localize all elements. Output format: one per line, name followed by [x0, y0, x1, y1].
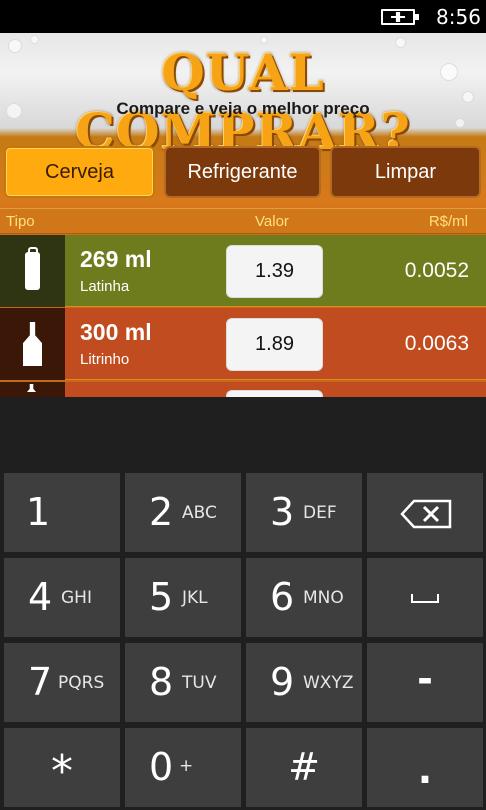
cerveja-button[interactable]: Cerveja	[4, 146, 155, 198]
row-size: 269 ml	[80, 246, 152, 272]
key-0[interactable]: 0 +	[125, 728, 241, 807]
bottle-icon	[23, 322, 42, 366]
numeric-keyboard: 1 2 ABC 3 DEF 4 GHI 5 JKL 6 MNO 7 PQRS 8…	[0, 397, 486, 810]
price-input[interactable]	[226, 390, 323, 397]
key-letters: GHI	[61, 588, 92, 608]
backspace-key[interactable]	[367, 473, 483, 552]
key-letters: JKL	[182, 588, 208, 608]
column-header: Tipo Valor R$/ml	[0, 208, 486, 234]
key-digit: 9	[270, 660, 295, 704]
bottle-icon	[27, 384, 36, 392]
key-2[interactable]: 2 ABC	[125, 473, 241, 552]
key-digit: 8	[149, 660, 174, 704]
key-letters: WXYZ	[303, 673, 354, 693]
key-letters: +	[179, 756, 194, 776]
row-name: Latinha	[80, 278, 130, 295]
key-digit: 2	[149, 490, 174, 534]
key-1[interactable]: 1	[4, 473, 120, 552]
row-icon-cell	[0, 382, 65, 397]
space-key[interactable]	[367, 558, 483, 637]
table-row	[0, 382, 486, 397]
table-row: 300 ml Litrinho 1.89 0.0063	[0, 308, 486, 380]
backspace-icon	[400, 499, 452, 529]
space-icon	[411, 594, 439, 603]
key-7[interactable]: 7 PQRS	[4, 643, 120, 722]
app-content: QUAL COMPRAR? Compare e veja o melhor pr…	[0, 33, 486, 397]
key-8[interactable]: 8 TUV	[125, 643, 241, 722]
row-name: Litrinho	[80, 351, 130, 368]
key-digit: 0	[149, 745, 174, 789]
key-digit: 5	[149, 575, 174, 619]
price-input[interactable]: 1.89	[226, 318, 323, 371]
can-icon	[25, 247, 40, 290]
key-letters: MNO	[303, 588, 344, 608]
limpar-button[interactable]: Limpar	[330, 146, 481, 198]
refrigerante-button[interactable]: Refrigerante	[164, 146, 321, 198]
key-digit: 7	[28, 660, 53, 704]
app-subtitle: Compare e veja o melhor preço	[116, 99, 370, 118]
minus-key[interactable]: -	[367, 643, 483, 722]
key-digit: .	[417, 748, 433, 792]
column-valor: Valor	[255, 213, 289, 230]
row-icon-cell	[0, 308, 65, 380]
key-letters: TUV	[182, 673, 217, 693]
battery-charging-icon	[381, 9, 419, 25]
key-digit: 4	[28, 575, 53, 619]
key-digit: #	[288, 745, 320, 789]
price-input[interactable]: 1.39	[226, 245, 323, 298]
table-row: 269 ml Latinha 1.39 0.0052	[0, 235, 486, 307]
key-digit: 3	[270, 490, 295, 534]
price-per-ml: 0.0052	[404, 259, 469, 282]
row-icon-cell	[0, 235, 65, 307]
key-4[interactable]: 4 GHI	[4, 558, 120, 637]
key-5[interactable]: 5 JKL	[125, 558, 241, 637]
column-rs-ml: R$/ml	[428, 213, 468, 230]
column-tipo: Tipo	[6, 213, 35, 230]
hash-key[interactable]: #	[246, 728, 362, 807]
key-digit: *	[51, 746, 73, 797]
key-3[interactable]: 3 DEF	[246, 473, 362, 552]
status-clock: 8:56	[436, 5, 481, 29]
key-digit: 1	[26, 490, 51, 534]
key-6[interactable]: 6 MNO	[246, 558, 362, 637]
period-key[interactable]: .	[367, 728, 483, 807]
key-letters: ABC	[182, 503, 217, 523]
header-banner: QUAL COMPRAR? Compare e veja o melhor pr…	[0, 33, 486, 161]
status-bar: 8:56	[0, 0, 486, 33]
key-digit: 6	[270, 575, 295, 619]
key-9[interactable]: 9 WXYZ	[246, 643, 362, 722]
row-size: 300 ml	[80, 319, 152, 345]
price-per-ml: 0.0063	[404, 332, 469, 355]
asterisk-key[interactable]: *	[4, 728, 120, 807]
key-letters: DEF	[303, 503, 337, 523]
key-letters: PQRS	[58, 673, 105, 693]
key-digit: -	[417, 657, 433, 701]
